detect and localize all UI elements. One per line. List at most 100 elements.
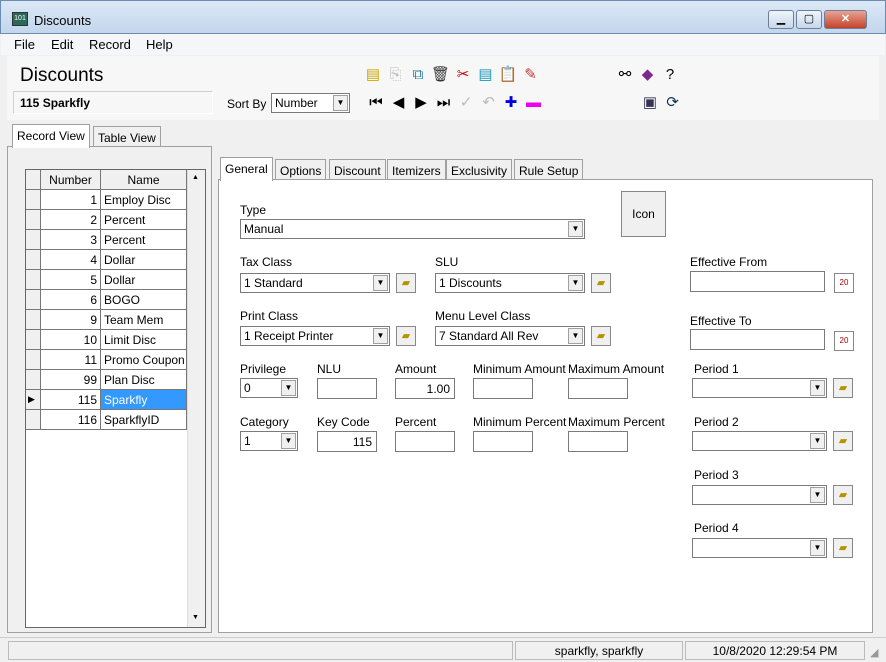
folder-open-icon[interactable]: ▰	[833, 378, 853, 398]
menu-record[interactable]: Record	[89, 37, 131, 52]
row-selector[interactable]	[26, 210, 41, 230]
menu-level-class-select[interactable]: 7 Standard All Rev ▼	[435, 326, 585, 346]
first-record-icon[interactable]: ⏮	[366, 93, 386, 113]
row-selector[interactable]	[26, 370, 41, 390]
eraser-icon[interactable]: ✎	[521, 65, 541, 85]
effective-to-input[interactable]	[690, 329, 825, 350]
tab-general[interactable]: General	[220, 157, 273, 181]
row-selector[interactable]	[26, 190, 41, 210]
next-record-icon[interactable]: ▶	[411, 93, 431, 113]
tab-exclusivity[interactable]: Exclusivity	[446, 159, 513, 181]
chevron-down-icon[interactable]: ▼	[810, 540, 825, 556]
table-row[interactable]: 3 Percent	[26, 230, 188, 250]
refresh-sync-icon[interactable]: ⟳	[663, 93, 683, 113]
print-class-select[interactable]: 1 Receipt Printer ▼	[240, 326, 390, 346]
type-select[interactable]: Manual ▼	[240, 219, 585, 239]
terminal-icon[interactable]: ▣	[640, 93, 660, 113]
maximum-amount-input[interactable]	[568, 378, 628, 399]
folder-open-icon[interactable]: ▰	[833, 485, 853, 505]
table-row[interactable]: 5 Dollar	[26, 270, 188, 290]
privilege-select[interactable]: 0 ▼	[240, 378, 298, 398]
row-selector[interactable]	[26, 330, 41, 350]
merge-record-icon[interactable]: ⧉	[408, 65, 428, 85]
find-binoculars-icon[interactable]: ⚯	[615, 65, 635, 85]
table-row[interactable]: 10 Limit Disc	[26, 330, 188, 350]
row-selector[interactable]	[26, 230, 41, 250]
table-row[interactable]: 99 Plan Disc	[26, 370, 188, 390]
category-select[interactable]: 1 ▼	[240, 431, 298, 451]
table-row[interactable]: 6 BOGO	[26, 290, 188, 310]
minimize-button[interactable]: ▁	[768, 10, 794, 29]
grid-scrollbar[interactable]: ▲ ▼	[187, 170, 205, 627]
period-3-select[interactable]: ▼	[692, 485, 827, 505]
sort-by-select[interactable]: Number ▼	[271, 93, 350, 113]
undo-icon[interactable]: ↶	[479, 93, 499, 113]
folder-open-icon[interactable]: ▰	[396, 273, 416, 293]
row-selector[interactable]: ▶	[26, 390, 41, 410]
chevron-down-icon[interactable]: ▼	[810, 487, 825, 503]
chevron-down-icon[interactable]: ▼	[568, 221, 583, 237]
chevron-down-icon[interactable]: ▼	[810, 433, 825, 449]
new-record-icon[interactable]: ▤	[363, 65, 383, 85]
table-row[interactable]: 4 Dollar	[26, 250, 188, 270]
menu-edit[interactable]: Edit	[51, 37, 73, 52]
tax-class-select[interactable]: 1 Standard ▼	[240, 273, 390, 293]
minimum-amount-input[interactable]	[473, 378, 533, 399]
amount-input[interactable]: 1.00	[395, 378, 455, 399]
row-selector[interactable]	[26, 250, 41, 270]
tab-itemizers[interactable]: Itemizers	[387, 159, 446, 181]
table-row[interactable]: 11 Promo Coupon	[26, 350, 188, 370]
tab-record-view[interactable]: Record View	[12, 124, 90, 148]
percent-input[interactable]	[395, 431, 455, 452]
calendar-icon[interactable]: 20	[834, 331, 854, 351]
menu-help[interactable]: Help	[146, 37, 173, 52]
chevron-down-icon[interactable]: ▼	[281, 433, 296, 449]
chevron-down-icon[interactable]: ▼	[281, 380, 296, 396]
resize-grip-icon[interactable]: ◢	[870, 646, 878, 659]
scroll-up-icon[interactable]: ▲	[192, 174, 199, 181]
folder-open-icon[interactable]: ▰	[833, 431, 853, 451]
chevron-down-icon[interactable]: ▼	[568, 328, 583, 344]
menu-file[interactable]: File	[14, 37, 35, 52]
row-selector[interactable]	[26, 410, 41, 430]
table-row[interactable]: ▶ 115 Sparkfly	[26, 390, 188, 410]
chevron-down-icon[interactable]: ▼	[568, 275, 583, 291]
table-row[interactable]: 2 Percent	[26, 210, 188, 230]
table-row[interactable]: 1 Employ Disc	[26, 190, 188, 210]
period-1-select[interactable]: ▼	[692, 378, 827, 398]
column-header-name[interactable]: Name	[101, 170, 187, 190]
close-button[interactable]: ✕	[824, 10, 867, 29]
row-selector[interactable]	[26, 350, 41, 370]
row-selector[interactable]	[26, 270, 41, 290]
table-row[interactable]: 9 Team Mem	[26, 310, 188, 330]
previous-record-icon[interactable]: ◀	[389, 93, 409, 113]
maximum-percent-input[interactable]	[568, 431, 628, 452]
paste-record-icon[interactable]: ▤	[476, 65, 496, 85]
help-book-icon[interactable]: ◆	[638, 65, 658, 85]
table-row[interactable]: 116 SparkflyID	[26, 410, 188, 430]
chevron-down-icon[interactable]: ▼	[810, 380, 825, 396]
folder-open-icon[interactable]: ▰	[396, 326, 416, 346]
chevron-down-icon[interactable]: ▼	[333, 95, 348, 111]
column-header-number[interactable]: Number	[41, 170, 101, 190]
folder-open-icon[interactable]: ▰	[591, 273, 611, 293]
icon-button[interactable]: Icon	[621, 191, 666, 237]
chevron-down-icon[interactable]: ▼	[373, 275, 388, 291]
remove-icon[interactable]: ▬	[524, 93, 544, 113]
maximize-button[interactable]: ▢	[796, 10, 822, 29]
folder-open-icon[interactable]: ▰	[833, 538, 853, 558]
delete-icon[interactable]: 🗑	[431, 65, 451, 85]
scroll-down-icon[interactable]: ▼	[192, 614, 199, 621]
whats-this-help-icon[interactable]: ?	[660, 65, 680, 85]
chevron-down-icon[interactable]: ▼	[373, 328, 388, 344]
nlu-input[interactable]	[317, 378, 377, 399]
tab-options[interactable]: Options	[275, 159, 327, 181]
save-check-icon[interactable]: ✓	[456, 93, 476, 113]
minimum-percent-input[interactable]	[473, 431, 533, 452]
copy-record-icon[interactable]: ⎘	[386, 65, 406, 85]
add-icon[interactable]: ✚	[501, 93, 521, 113]
key-code-input[interactable]: 115	[317, 431, 377, 452]
tab-discount[interactable]: Discount	[329, 159, 386, 181]
calendar-icon[interactable]: 20	[834, 273, 854, 293]
tab-table-view[interactable]: Table View	[93, 126, 161, 148]
